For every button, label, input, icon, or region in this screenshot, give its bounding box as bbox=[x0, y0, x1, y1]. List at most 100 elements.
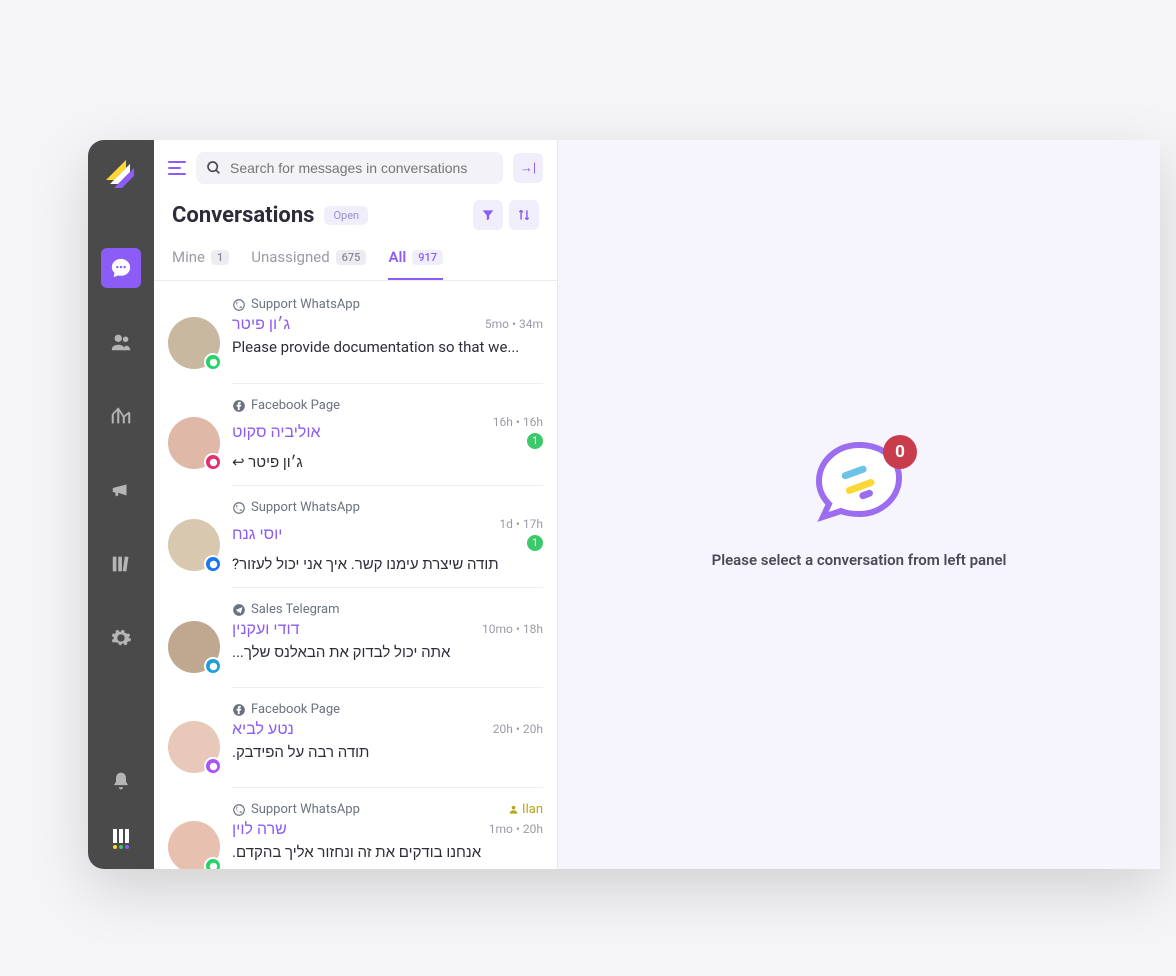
nav-bottom bbox=[101, 761, 141, 857]
tab-count: 1 bbox=[211, 250, 229, 265]
search-input[interactable] bbox=[230, 160, 493, 176]
sort-button[interactable] bbox=[509, 200, 539, 230]
message-preview: אנחנו בודקים את זה ונחזור אליך בהקדם. bbox=[232, 843, 543, 861]
app-frame: →| Conversations Open bbox=[88, 140, 1160, 869]
timestamp: 5mo • 34m bbox=[485, 317, 543, 331]
tab-count: 675 bbox=[336, 250, 367, 265]
message-preview: תודה רבה על הפידבק. bbox=[232, 743, 543, 761]
sort-icon bbox=[517, 208, 531, 222]
conversation-body: Sales Telegram דודי ועקנין 10mo • 18h אתה י… bbox=[232, 587, 543, 673]
channel-label: Support WhatsApp bbox=[232, 500, 360, 515]
contact-name: ג׳ון פיטר bbox=[232, 314, 290, 334]
conversation-item[interactable]: Facebook Page אוליביה סקוט 16h • 16h 1 ג׳ון … bbox=[154, 383, 557, 485]
search-icon bbox=[206, 160, 222, 176]
conversation-body: Support WhatsApp Ilan שרה לוין 1mo • 20h אנח… bbox=[232, 787, 543, 869]
whatsapp-icon bbox=[232, 803, 246, 817]
conversation-item[interactable]: Support WhatsApp Ilan שרה לוין 1mo • 20h אנח… bbox=[154, 787, 557, 869]
menu-toggle-icon[interactable] bbox=[168, 160, 186, 176]
conversation-body: Facebook Page נטע לביא 20h • 20h תודה רבה ע… bbox=[232, 687, 543, 773]
conversation-body: Support WhatsApp יוסי גנח 1d • 17h 1 תודה שי… bbox=[232, 485, 543, 573]
app-logo bbox=[104, 158, 138, 192]
avatar bbox=[168, 417, 220, 469]
unread-badge: 1 bbox=[527, 535, 543, 551]
timestamp: 20h • 20h bbox=[493, 722, 543, 736]
avatar bbox=[168, 821, 220, 869]
contact-name: שרה לוין bbox=[232, 819, 287, 839]
nav-settings[interactable] bbox=[101, 618, 141, 658]
timestamp: 10mo • 18h bbox=[482, 622, 543, 636]
filter-button[interactable] bbox=[473, 200, 503, 230]
nav-notifications[interactable] bbox=[101, 761, 141, 801]
message-preview: ג׳ון פיטר ↩ bbox=[232, 453, 543, 471]
timestamp: 16h • 16h bbox=[493, 415, 543, 429]
conversation-item[interactable]: Support WhatsApp ג׳ון פיטר 5mo • 34m Please… bbox=[154, 281, 557, 383]
facebook-icon bbox=[232, 703, 246, 717]
filter-icon bbox=[481, 208, 495, 222]
telegram-icon bbox=[232, 603, 246, 617]
conversation-item[interactable]: Facebook Page נטע לביא 20h • 20h תודה רבה ע… bbox=[154, 687, 557, 787]
contact-name: אוליביה סקוט bbox=[232, 422, 321, 442]
panel-top: →| bbox=[154, 140, 557, 196]
conversation-body: Support WhatsApp ג׳ון פיטר 5mo • 34m Please… bbox=[232, 297, 543, 369]
assigned-label: Ilan bbox=[508, 802, 543, 817]
main-sidebar bbox=[88, 140, 154, 869]
tab-count: 917 bbox=[412, 250, 443, 265]
facebook-icon bbox=[232, 399, 246, 413]
conversation-item[interactable]: Sales Telegram דודי ועקנין 10mo • 18h אתה י… bbox=[154, 587, 557, 687]
avatar bbox=[168, 721, 220, 773]
panel-title: Conversations bbox=[172, 203, 314, 228]
search-box[interactable] bbox=[196, 152, 503, 184]
nav-contacts[interactable] bbox=[101, 322, 141, 362]
empty-state-icon: 0 bbox=[815, 441, 903, 523]
channel-badge-icon bbox=[204, 657, 222, 675]
tab-unassigned[interactable]: Unassigned 675 bbox=[251, 240, 366, 280]
collapse-panel-button[interactable]: →| bbox=[513, 153, 543, 183]
tab-label: Mine bbox=[172, 248, 205, 266]
conversation-body: Facebook Page אוליביה סקוט 16h • 16h 1 ג׳ון … bbox=[232, 383, 543, 471]
status-filter-badge[interactable]: Open bbox=[324, 206, 368, 225]
contact-name: נטע לביא bbox=[232, 719, 294, 739]
tab-all[interactable]: All 917 bbox=[388, 240, 443, 280]
empty-text: Please select a conversation from left p… bbox=[712, 551, 1007, 569]
whatsapp-icon bbox=[232, 501, 246, 515]
nav-help[interactable] bbox=[101, 544, 141, 584]
message-preview: אתה יכול לבדוק את הבאלנס שלך... bbox=[232, 643, 543, 661]
nav-reports[interactable] bbox=[101, 396, 141, 436]
channel-badge-icon bbox=[204, 353, 222, 371]
tabs: Mine 1 Unassigned 675 All 917 bbox=[154, 240, 557, 281]
nav-campaigns[interactable] bbox=[101, 470, 141, 510]
nav-conversations[interactable] bbox=[101, 248, 141, 288]
channel-badge-icon bbox=[204, 757, 222, 775]
channel-label: Support WhatsApp bbox=[232, 297, 360, 312]
conversations-panel: →| Conversations Open bbox=[154, 140, 558, 869]
unread-badge: 1 bbox=[527, 433, 543, 449]
collapse-icon: →| bbox=[520, 160, 536, 176]
avatar bbox=[168, 621, 220, 673]
channel-label: Support WhatsApp bbox=[232, 802, 360, 817]
channel-label: Facebook Page bbox=[232, 398, 340, 413]
tab-mine[interactable]: Mine 1 bbox=[172, 240, 229, 280]
message-preview: תודה שיצרת עימנו קשר. איך אני יכול לעזור… bbox=[232, 555, 543, 573]
avatar bbox=[168, 317, 220, 369]
tab-label: Unassigned bbox=[251, 248, 329, 266]
contact-name: יוסי גנח bbox=[232, 524, 282, 544]
conversation-item[interactable]: Support WhatsApp יוסי גנח 1d • 17h 1 תודה שי… bbox=[154, 485, 557, 587]
channel-badge-icon bbox=[204, 857, 222, 869]
message-preview: Please provide documentation so that we.… bbox=[232, 338, 543, 356]
conversation-list[interactable]: Support WhatsApp ג׳ון פיטר 5mo • 34m Please… bbox=[154, 281, 557, 869]
empty-badge: 0 bbox=[883, 435, 917, 469]
brand-mark bbox=[113, 829, 129, 849]
channel-badge-icon bbox=[204, 555, 222, 573]
tab-label: All bbox=[388, 248, 406, 266]
timestamp: 1d • 17h bbox=[499, 517, 543, 531]
channel-label: Sales Telegram bbox=[232, 602, 340, 617]
channel-label: Facebook Page bbox=[232, 702, 340, 717]
whatsapp-icon bbox=[232, 298, 246, 312]
main-content: 0 Please select a conversation from left… bbox=[558, 140, 1160, 869]
channel-badge-icon bbox=[204, 453, 222, 471]
contact-name: דודי ועקנין bbox=[232, 619, 299, 639]
panel-header: Conversations Open bbox=[154, 196, 557, 240]
timestamp: 1mo • 20h bbox=[489, 822, 543, 836]
nav-items bbox=[101, 248, 141, 761]
avatar bbox=[168, 519, 220, 571]
